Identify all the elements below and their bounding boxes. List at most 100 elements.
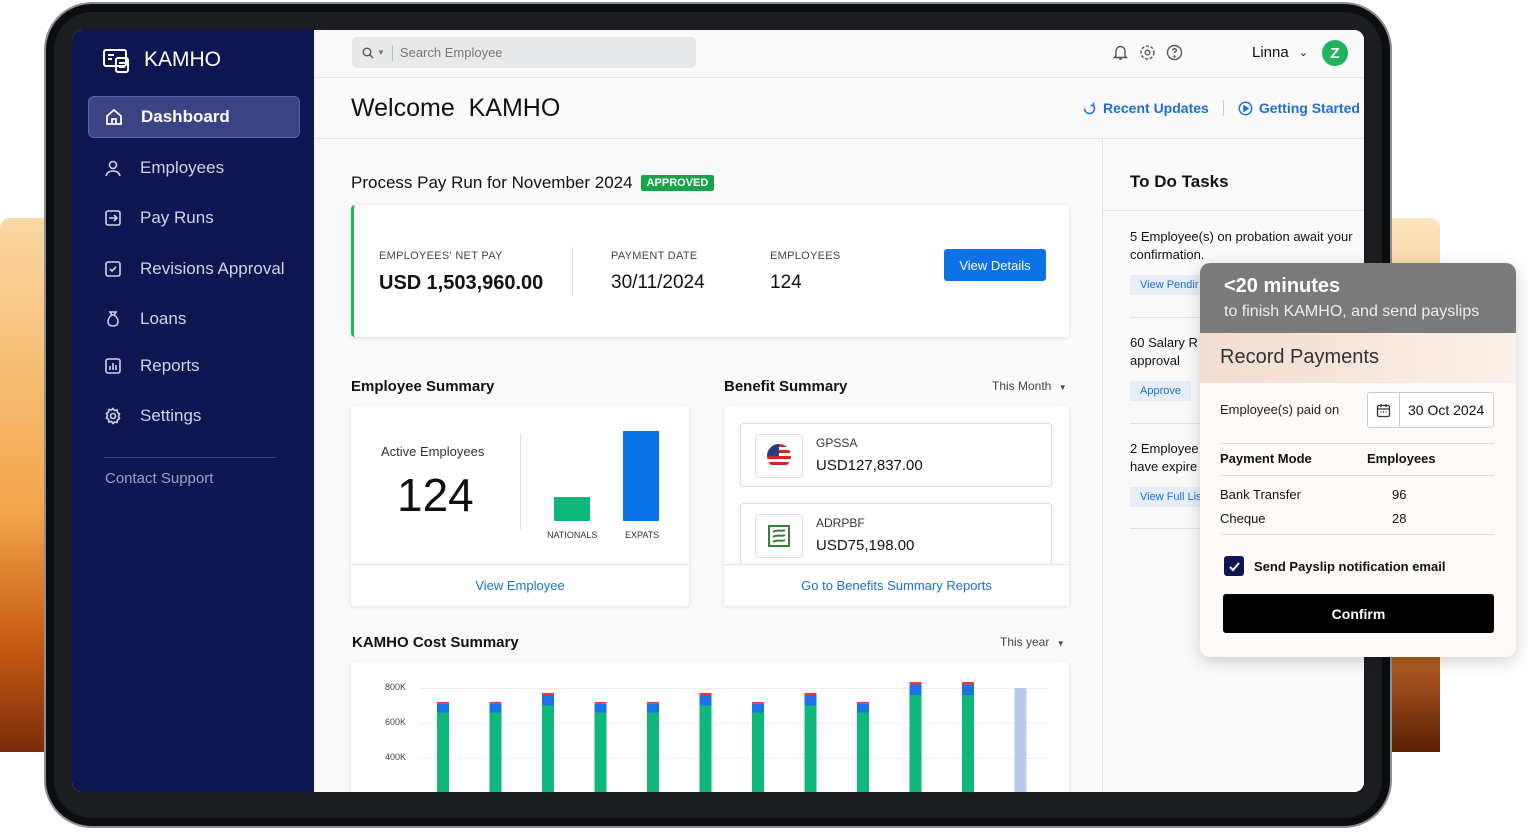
cost-bar-segment [752,702,764,704]
year-select[interactable]: This year ▼ [1000,635,1065,649]
cost-bar-segment [437,712,449,792]
payment-date-value: 30/11/2024 [611,272,705,293]
cost-bar-segment [542,692,554,695]
table-divider [1220,475,1494,476]
us-flag-icon [755,434,803,478]
search-input[interactable]: ▼ Search Employee [352,37,696,68]
employees-value: 124 [770,272,802,293]
benefit-amount: USD75,198.00 [816,537,915,554]
avatar[interactable]: Z [1322,40,1348,66]
checkmark-icon [1228,561,1240,571]
app-logo[interactable]: KAMHO [102,46,221,74]
todo-divider [1103,210,1364,211]
gear-icon[interactable] [1139,44,1156,61]
net-pay-currency: USD [379,272,422,294]
net-pay-label: EMPLOYEES' NET PAY [379,250,503,262]
cost-bar-segment [804,692,817,695]
expats-label: EXPATS [625,530,660,540]
cost-bar-segment [647,712,659,792]
search-placeholder: Search Employee [399,45,503,60]
page-title: Welcome KAMHO [351,94,561,122]
year-label: This year [1000,635,1050,649]
top-icons [1112,44,1183,61]
employees-cell: 96 [1392,487,1407,502]
record-payments-popup: <20 minutes to finish KAMHO, and send pa… [1200,263,1516,657]
cost-bar-segment [857,703,869,713]
cost-bar-segment [804,705,817,792]
sidebar-item-settings[interactable]: Settings [88,395,300,437]
payrun-card: EMPLOYEES' NET PAY USD 1,503,960.00 PAYM… [351,205,1069,337]
benefit-summary-title: Benefit Summary [724,378,848,395]
header-links: Recent Updates Getting Started [1082,100,1360,116]
cost-bar-segment [594,703,607,713]
paid-on-label: Employee(s) paid on [1220,402,1340,417]
notify-label: Send Payslip notification email [1254,559,1446,574]
caret-down-icon: ▼ [1056,639,1065,648]
employee-summary-card: Active Employees 124 NATIONALS EXPATS Vi… [351,406,689,606]
nationals-label: NATIONALS [547,530,598,540]
benefit-item[interactable]: ADRPBF USD75,198.00 [740,503,1052,567]
cost-bar-segment [752,703,764,713]
header-divider [314,138,1364,139]
todo-button[interactable]: View Pendir [1130,275,1209,295]
confirm-button[interactable]: Confirm [1223,594,1494,633]
payrun-divider [572,247,573,295]
cost-bar-segment [542,705,554,792]
active-employees-label: Active Employees [381,444,485,459]
recent-updates-link[interactable]: Recent Updates [1082,100,1209,116]
sidebar-item-reports[interactable]: Reports [88,345,300,387]
benefit-amount: USD127,837.00 [816,457,923,474]
sidebar-item-revisions-approval[interactable]: Revisions Approval [88,248,300,290]
sidebar-item-label: Loans [140,309,187,328]
payrun-title: Process Pay Run for November 2024 [351,173,633,192]
period-select[interactable]: This Month ▼ [992,379,1067,393]
employees-block: EMPLOYEES 124 [770,250,841,294]
contact-support-link[interactable]: Contact Support [105,470,213,487]
logo-icon [103,49,129,73]
user-icon [105,160,121,177]
benefits-summary-reports-link[interactable]: Go to Benefits Summary Reports [724,564,1069,606]
sidebar-item-dashboard[interactable]: Dashboard [88,96,300,138]
paid-on-date-field[interactable]: 30 Oct 2024 [1367,392,1494,428]
cost-bar-segment [594,712,607,792]
popup-header: <20 minutes to finish KAMHO, and send pa… [1200,263,1516,333]
chart-icon [105,358,121,374]
getting-started-link[interactable]: Getting Started [1238,100,1360,116]
sidebar-item-loans[interactable]: Loans [88,298,300,340]
app-screen: KAMHO Dashboard Employees Pay Runs Revis… [72,30,1364,792]
todo-button[interactable]: Approve [1130,381,1191,401]
notify-checkbox[interactable] [1224,556,1244,576]
cost-bar-segment [909,684,922,695]
app-name: KAMHO [144,48,222,71]
refresh-icon [1083,102,1096,114]
sidebar-item-employees[interactable]: Employees [88,147,300,189]
cost-bar-segment [437,702,449,704]
cost-summary-title: KAMHO Cost Summary [352,634,519,651]
status-badge: APPROVED [640,175,715,191]
help-icon[interactable] [1166,44,1183,61]
sidebar-item-pay-runs[interactable]: Pay Runs [88,197,300,239]
money-bag-icon [107,311,119,327]
cost-bar-segment [962,684,974,695]
getting-started-label: Getting Started [1258,100,1360,116]
payment-mode-cell: Cheque [1220,511,1266,526]
period-label: This Month [992,379,1052,393]
payment-mode-header: Payment Mode [1220,451,1312,466]
user-menu[interactable]: Linna ⌄ [1252,44,1308,61]
todo-panel-divider [1102,138,1103,792]
cost-bar-segment [804,695,817,706]
benefit-name: ADRPBF [816,516,865,530]
cost-bar-segment [909,695,922,792]
benefit-summary-card: GPSSA USD127,837.00 ADRPBF USD75,198.00 … [724,406,1069,606]
bell-icon[interactable] [1112,44,1129,61]
view-employee-link[interactable]: View Employee [351,564,689,606]
cost-bar-segment [699,695,712,706]
adrpbf-logo-icon [755,514,803,558]
net-pay-amount: 1,503,960.00 [426,272,544,294]
check-square-icon [105,261,121,277]
view-details-button[interactable]: View Details [944,249,1046,281]
paid-on-date: 30 Oct 2024 [1408,402,1485,418]
todo-item: 2 Employee have expire [1130,441,1199,474]
cost-bar-segment [962,695,974,792]
benefit-item[interactable]: GPSSA USD127,837.00 [740,423,1052,487]
